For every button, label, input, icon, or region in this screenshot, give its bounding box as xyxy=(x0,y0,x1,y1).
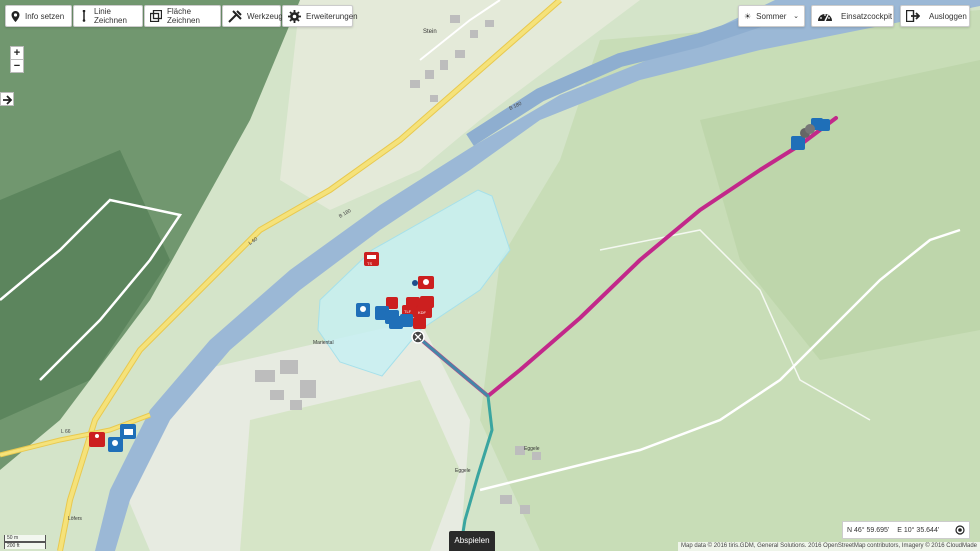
marker-pin-south[interactable] xyxy=(108,437,123,452)
scale-metric: 50 m xyxy=(4,535,46,542)
einsatzcockpit-label: Einsatzcockpit xyxy=(841,11,893,21)
linie-zeichnen-label: Linie Zeichnen xyxy=(94,7,127,25)
flaeche-zeichnen-button[interactable]: Fläche Zeichnen xyxy=(144,5,221,27)
coordinates-display: N 46° 59.695' E 10° 35.644' xyxy=(842,521,970,539)
marker-location-pin[interactable] xyxy=(356,303,370,317)
logout-icon xyxy=(906,10,920,22)
marker-kdf-label: KDF xyxy=(418,310,427,315)
label-hut: Eggele xyxy=(524,446,540,452)
marker-hiker[interactable] xyxy=(89,432,105,447)
label-l66: L 66 xyxy=(61,429,71,435)
season-select[interactable]: ☀ Sommer ⌄ xyxy=(738,5,805,27)
map-pin-icon xyxy=(11,10,20,22)
latitude-value: N 46° 59.695' xyxy=(847,526,890,534)
marker-vehicle-ts[interactable]: TS xyxy=(364,252,379,266)
tools-icon xyxy=(228,9,242,23)
longitude-value: E 10° 35.644' xyxy=(897,526,940,534)
info-setzen-label: Info setzen xyxy=(25,11,65,21)
ausloggen-label: Ausloggen xyxy=(929,11,967,21)
marker-close-target[interactable] xyxy=(411,330,425,344)
abspielen-button[interactable]: Abspielen xyxy=(449,531,495,551)
linie-zeichnen-button[interactable]: Linie Zeichnen xyxy=(73,5,143,27)
locate-icon[interactable] xyxy=(955,525,965,535)
chevron-down-icon: ⌄ xyxy=(793,13,799,20)
marker-tlf-label: TLF xyxy=(404,309,412,314)
sun-icon: ☀ xyxy=(744,11,752,21)
ausloggen-button[interactable]: Ausloggen xyxy=(900,5,970,27)
label-eggele: Eggele xyxy=(455,468,471,474)
label-mariental: Mariental xyxy=(313,340,334,346)
marker-group-red[interactable] xyxy=(418,276,434,289)
zoom-out-button[interactable]: − xyxy=(10,59,24,73)
flaeche-zeichnen-label: Fläche Zeichnen xyxy=(167,7,200,25)
arrow-right-icon xyxy=(3,95,13,105)
panel-toggle-button[interactable] xyxy=(0,92,14,106)
dashboard-icon xyxy=(818,14,832,22)
season-label: Sommer xyxy=(756,11,787,21)
marker-camera[interactable] xyxy=(120,424,136,439)
scale-bar: 50 m 200 ft xyxy=(4,535,46,549)
gear-icon xyxy=(288,9,301,23)
marker-ts-label: TS xyxy=(367,261,372,266)
map-canvas[interactable]: Stein B 180 B 180 L 60 L 66 Mariental Eg… xyxy=(0,0,980,551)
werkzeuge-button[interactable]: Werkzeuge xyxy=(222,5,287,27)
erweiterungen-button[interactable]: Erweiterungen xyxy=(282,5,358,27)
map-attribution: Map data © 2016 tiris.GDM, General Solut… xyxy=(678,542,980,551)
scale-imperial: 200 ft xyxy=(4,542,46,549)
label-stein: Stein xyxy=(423,29,437,35)
zoom-in-button[interactable]: + xyxy=(10,46,24,60)
polygon-icon xyxy=(150,10,162,22)
erweiterungen-label: Erweiterungen xyxy=(306,11,358,21)
pencil-icon xyxy=(82,10,86,22)
info-setzen-button[interactable]: Info setzen xyxy=(5,5,72,27)
einsatzcockpit-button[interactable]: Einsatzcockpit xyxy=(811,5,894,27)
marker-dot[interactable] xyxy=(412,280,418,286)
label-lofers: Löfers xyxy=(68,516,82,522)
